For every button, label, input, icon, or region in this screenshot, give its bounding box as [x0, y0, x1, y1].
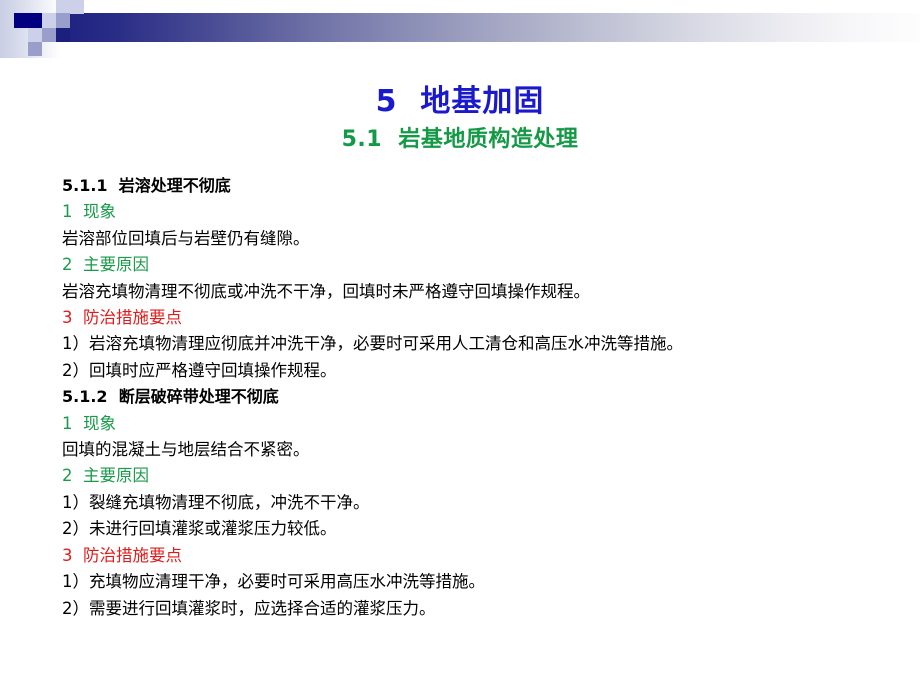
body-line: 2 主要原因	[62, 255, 149, 275]
header-decoration	[0, 0, 920, 58]
slide-body: 5.1.1 岩溶处理不彻底 1 现象 岩溶部位回填后与岩壁仍有缝隙。 2 主要原因 岩溶…	[62, 173, 902, 622]
body-line: 岩溶充填物清理不彻底或冲洗不干净，回填时未严格遵守回填操作规程。	[62, 281, 590, 301]
body-line: 2）需要进行回填灌浆时，应选择合适的灌浆压力。	[62, 598, 436, 618]
body-line: 1 现象	[62, 202, 116, 222]
body-line: 1）充填物应清理干净，必要时可采用高压水冲洗等措施。	[62, 572, 485, 592]
deco-square-mid-row3	[28, 42, 42, 56]
deco-square-deepblue-row2	[56, 28, 70, 42]
deco-square-navy	[14, 13, 42, 28]
body-line: 岩溶部位回填后与岩壁仍有缝隙。	[62, 228, 310, 248]
body-heading: 5.1.2 断层破碎带处理不彻底	[62, 387, 279, 407]
body-line: 2）未进行回填灌浆或灌浆压力较低。	[62, 519, 337, 539]
body-heading: 5.1.1 岩溶处理不彻底	[62, 176, 231, 195]
body-line: 3 防治措施要点	[62, 308, 182, 328]
body-line: 3 防治措施要点	[62, 545, 182, 565]
body-line: 2）回填时应严格遵守回填操作规程。	[62, 360, 337, 380]
body-line: 回填的混凝土与地层结合不紧密。	[62, 440, 310, 460]
deco-square-mid-row2	[42, 28, 56, 42]
deco-square-pale-row2	[28, 28, 42, 42]
header-gradient-bar	[56, 13, 920, 42]
body-line: 2 主要原因	[62, 466, 149, 486]
slide-title: 5 地基加固	[375, 84, 545, 119]
body-line: 1）裂缝充填物清理不彻底，冲洗不干净。	[62, 492, 370, 512]
deco-square-pale-row1	[42, 13, 56, 28]
deco-square-mid-row1	[56, 13, 70, 28]
slide-subtitle: 5.1 岩基地质构造处理	[341, 127, 579, 152]
body-line: 1 现象	[62, 413, 116, 433]
body-line: 1）岩溶充填物清理应彻底并冲洗干净，必要时可采用人工清仓和高压水冲洗等措施。	[62, 334, 683, 354]
deco-square-pale-top	[56, 0, 84, 14]
